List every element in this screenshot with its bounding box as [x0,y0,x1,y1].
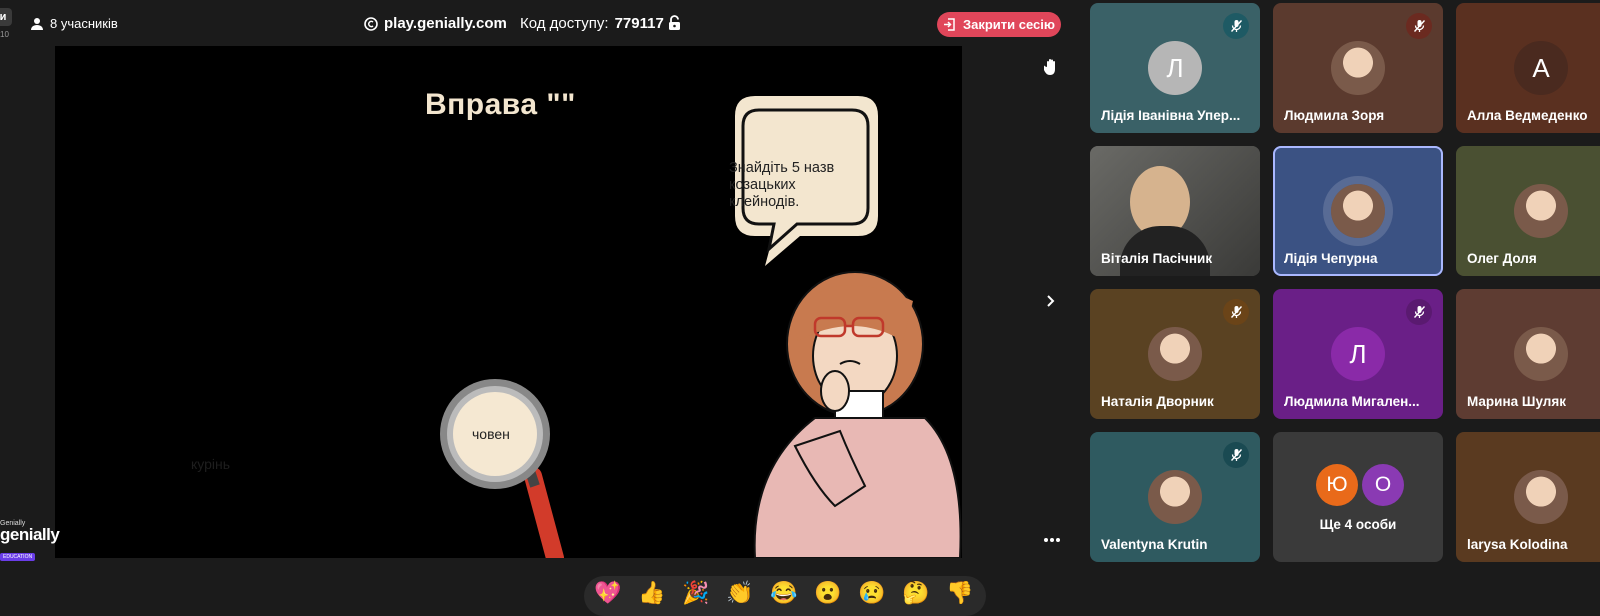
more-dots-icon [1044,538,1060,542]
participant-tile[interactable]: А Алла Ведмеденко [1456,3,1600,133]
reaction-button[interactable]: 😂 [770,580,800,610]
mic-muted-icon [1406,299,1432,325]
reaction-button[interactable]: 👍 [638,580,668,610]
expand-panel-button[interactable] [1046,294,1056,312]
mic-muted-icon [1406,13,1432,39]
slide-title: Вправа "" [425,88,576,121]
chevron-right-icon [1047,295,1055,307]
access-code-label: Код доступу: [520,15,609,32]
reaction-button[interactable]: 🎉 [682,580,712,610]
participant-name: Наталія Дворник [1101,394,1214,409]
slide-illustration [440,96,962,558]
participant-avatar: А [1514,41,1568,95]
hand-icon [1042,59,1055,75]
magnified-word[interactable]: човен [472,426,510,442]
reaction-button[interactable]: 👎 [946,580,976,610]
participant-name: Алла Ведмеденко [1467,108,1588,123]
participant-name: Людмила Зоря [1284,108,1385,123]
participant-tile[interactable]: Л Людмила Мигален... [1273,289,1443,419]
unlock-icon [669,15,680,30]
logo-main-text: genially [0,525,60,544]
participant-avatar: О [1362,464,1404,506]
host-label: play.genially.com [384,15,507,32]
more-participants-label: Ще 4 особи [1319,517,1397,532]
reaction-button[interactable]: 😮 [814,580,844,610]
mic-muted-icon [1223,13,1249,39]
participant-avatar [1331,41,1385,95]
reaction-button[interactable]: 😢 [858,580,888,610]
reaction-button[interactable]: 🤔 [902,580,932,610]
reaction-button[interactable]: 💖 [594,580,624,610]
reactions-bar: 💖 👍 🎉 👏 😂 😮 😢 🤔 👎 [584,576,986,616]
mic-muted-icon [1223,442,1249,468]
participant-name: Лідія Іванівна Упер... [1101,108,1241,123]
participant-tile[interactable]: Лідія Чепурна [1273,146,1443,276]
logo-badge: EDUCATION [0,553,36,561]
participant-avatar [1514,184,1568,238]
participant-tile[interactable]: larysa Kolodina [1456,432,1600,562]
close-session-label: Закрити сесію [962,17,1055,32]
access-code: Код доступу: 779117 [520,15,664,32]
reaction-button[interactable]: 👏 [726,580,756,610]
participant-avatar: Л [1148,41,1202,95]
speech-bubble-text: Знайдіть 5 назв козацьких клейнодів. [729,160,835,210]
participant-name: larysa Kolodina [1467,537,1568,552]
participant-name: Лідія Чепурна [1284,251,1378,266]
participant-avatar [1514,470,1568,524]
participant-avatar [1148,327,1202,381]
participant-tile[interactable]: Valentyna Krutin [1090,432,1260,562]
presentation-slide: Вправа "" Знайдіть 5 назв козацьких клей… [55,46,962,558]
person-icon [31,17,43,30]
participant-avatar: Л [1331,327,1385,381]
corner-badge[interactable]: и [0,8,12,26]
raise-hand-button[interactable] [1042,58,1060,81]
participant-tile[interactable]: Наталія Дворник [1090,289,1260,419]
participant-tile[interactable]: Людмила Зоря [1273,3,1443,133]
more-options-button[interactable] [1044,530,1060,548]
participant-name: Олег Доля [1467,251,1537,266]
access-code-value: 779117 [614,15,664,32]
participant-tile[interactable]: Ю О Ще 4 особи [1273,432,1443,562]
participant-name: Людмила Мигален... [1284,394,1420,409]
participant-tile[interactable]: Олег Доля [1456,146,1600,276]
participant-tile[interactable]: Л Лідія Іванівна Упер... [1090,3,1260,133]
participant-avatar [1148,470,1202,524]
participant-avatar [1331,184,1385,238]
participant-name: Valentyna Krutin [1101,537,1208,552]
participant-avatar: Ю [1316,464,1358,506]
participant-tile[interactable]: Марина Шуляк [1456,289,1600,419]
participants-count[interactable]: 8 учасників [30,16,118,31]
top-bar: и 10 8 учасників play.genially.com Код д… [0,0,1070,46]
participant-avatar [1514,327,1568,381]
corner-sublabel: 10 [0,30,9,39]
host-url: play.genially.com [364,15,507,32]
mic-muted-icon [1223,299,1249,325]
copyright-icon [364,16,378,31]
participant-tile[interactable]: Віталія Пасічник [1090,146,1260,276]
unlock-button[interactable] [668,15,681,36]
participant-name: Марина Шуляк [1467,394,1566,409]
participants-label: 8 учасників [50,16,118,31]
genially-logo: Genially genially EDUCATION [0,520,60,563]
hidden-word[interactable]: курінь [191,456,230,472]
exit-icon [943,18,955,31]
close-session-button[interactable]: Закрити сесію [937,12,1061,37]
participant-name: Віталія Пасічник [1101,251,1213,266]
